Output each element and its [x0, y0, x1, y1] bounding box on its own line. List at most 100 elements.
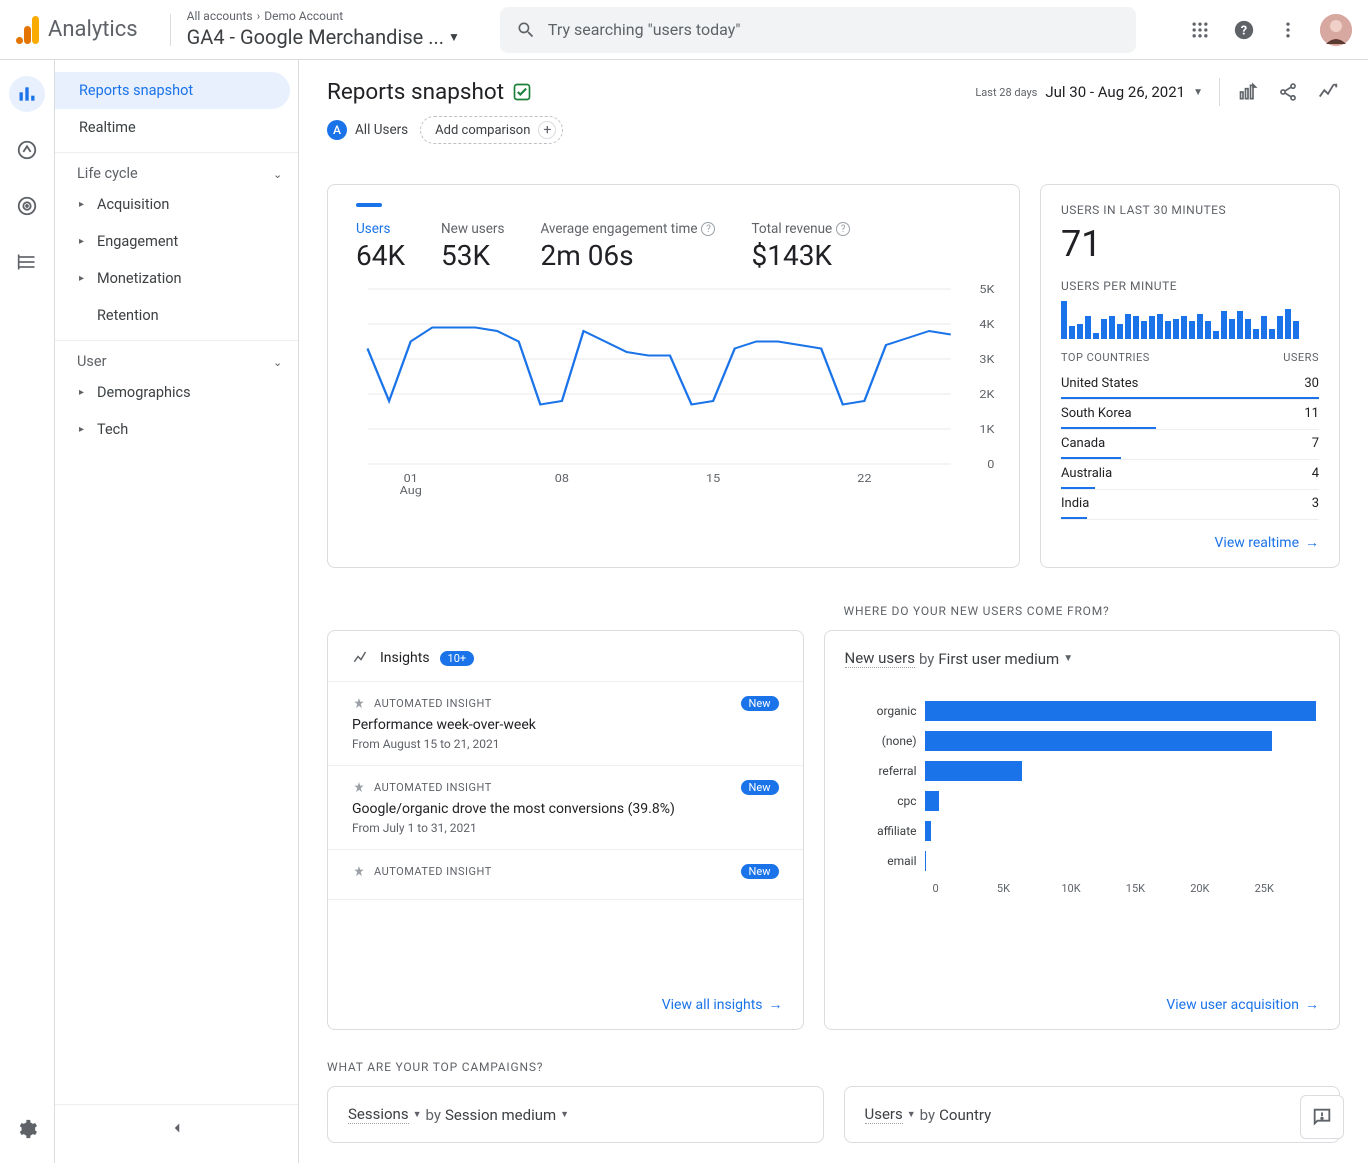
insights-list[interactable]: AUTOMATED INSIGHTNewPerformance week-ove…: [328, 681, 803, 982]
info-icon[interactable]: ?: [836, 222, 850, 236]
svg-text:0: 0: [987, 458, 994, 471]
view-all-insights-link[interactable]: View all insights →: [328, 996, 803, 1013]
sidenav-reports-snapshot[interactable]: Reports snapshot: [55, 72, 290, 109]
insight-item[interactable]: AUTOMATED INSIGHTNew: [328, 850, 803, 900]
users-per-minute-sparkline: [1061, 299, 1319, 339]
insight-item[interactable]: AUTOMATED INSIGHTNewPerformance week-ove…: [328, 682, 803, 766]
date-range-value: Jul 30 - Aug 26, 2021: [1045, 83, 1185, 101]
realtime-per-minute-label: USERS PER MINUTE: [1061, 279, 1319, 293]
svg-text:4K: 4K: [979, 318, 995, 331]
user-avatar[interactable]: [1320, 14, 1352, 46]
campaigns-row: Sessions ▼ by Session medium ▼ Users ▼ b…: [327, 1086, 1340, 1143]
metric-revenue-value: $143K: [751, 239, 850, 272]
metric-avg-engagement[interactable]: Average engagement time ? 2m 06s: [540, 221, 715, 272]
hbar-row: (none): [845, 726, 1320, 756]
account-breadcrumb: All accounts › Demo Account: [187, 9, 460, 25]
arrow-right-icon: →: [1305, 534, 1319, 551]
chevron-right-icon: ›: [257, 9, 261, 25]
page-header: Reports snapshot Last 28 days Jul 30 - A…: [327, 78, 1340, 106]
hbar-row: affiliate: [845, 816, 1320, 846]
rail-configure-icon[interactable]: [9, 244, 45, 280]
breadcrumb-account: Demo Account: [264, 9, 343, 25]
insights-count-badge: 10+: [440, 651, 475, 666]
feedback-button[interactable]: [1300, 1095, 1344, 1139]
property-name: GA4 - Google Merchandise ...: [187, 24, 444, 50]
search-input[interactable]: Try searching "users today": [500, 7, 1136, 53]
view-realtime-link[interactable]: View realtime →: [1061, 534, 1319, 551]
view-user-acquisition-link[interactable]: View user acquisition →: [845, 996, 1320, 1013]
sessions-by-medium-card: Sessions ▼ by Session medium ▼: [327, 1086, 824, 1143]
rail-explore-icon[interactable]: [9, 132, 45, 168]
sidenav-engagement[interactable]: ▸Engagement: [55, 223, 298, 260]
search-icon: [516, 20, 536, 40]
insights-title: Insights: [380, 650, 430, 666]
hbar-row: cpc: [845, 786, 1320, 816]
metric-indicator: [356, 203, 382, 207]
metric-users[interactable]: Users 64K: [356, 221, 405, 272]
main-content: Reports snapshot Last 28 days Jul 30 - A…: [299, 60, 1368, 1163]
sidenav-collapse-button[interactable]: [55, 1104, 298, 1151]
caret-right-icon: ▸: [79, 236, 89, 247]
users-line-chart: 01K2K3K4K5K01Aug081522: [356, 284, 999, 504]
caret-down-icon: ▼: [907, 1109, 916, 1120]
sidenav-section-lifecycle[interactable]: Life cycle ⌃: [55, 152, 298, 186]
realtime-country-row[interactable]: South Korea11: [1061, 400, 1319, 430]
sidenav-demographics[interactable]: ▸Demographics: [55, 374, 298, 411]
apps-icon[interactable]: [1188, 18, 1212, 42]
share-icon[interactable]: [1276, 80, 1300, 104]
info-icon[interactable]: ?: [701, 222, 715, 236]
comparison-row: A All Users Add comparison +: [327, 116, 1340, 144]
overview-cards-row: Users 64K New users 53K Average engageme…: [327, 184, 1340, 568]
realtime-country-row[interactable]: Australia4: [1061, 460, 1319, 490]
new-users-bar-chart: organic(none)referralcpcaffiliateemail 0…: [845, 686, 1320, 982]
svg-text:5K: 5K: [979, 284, 995, 296]
page-header-actions: Last 28 days Jul 30 - Aug 26, 2021 ▼: [975, 78, 1340, 106]
chevron-up-icon: ⌃: [273, 355, 282, 368]
svg-text:?: ?: [1241, 23, 1247, 38]
header-divider: [170, 14, 171, 46]
users-by-country-selector[interactable]: Users ▼ by Country: [865, 1105, 1320, 1124]
rail-admin-icon[interactable]: [9, 1111, 45, 1147]
customize-report-icon[interactable]: [1236, 80, 1260, 104]
metrics-trend-card: Users 64K New users 53K Average engageme…: [327, 184, 1020, 568]
product-logo[interactable]: Analytics: [16, 16, 138, 44]
property-dropdown[interactable]: GA4 - Google Merchandise ... ▼: [187, 24, 460, 50]
page-title: Reports snapshot: [327, 79, 532, 105]
sidenav-realtime[interactable]: Realtime: [55, 109, 298, 146]
sidenav-monetization[interactable]: ▸Monetization: [55, 260, 298, 297]
metric-new-users[interactable]: New users 53K: [441, 221, 504, 272]
realtime-country-row[interactable]: Canada7: [1061, 430, 1319, 460]
realtime-country-row[interactable]: United States30: [1061, 370, 1319, 400]
sidenav-acquisition[interactable]: ▸Acquisition: [55, 186, 298, 223]
sidenav-retention[interactable]: Retention: [55, 297, 298, 334]
insights-header: Insights 10+: [328, 649, 803, 681]
more-vert-icon[interactable]: [1276, 18, 1300, 42]
date-range-selector[interactable]: Last 28 days Jul 30 - Aug 26, 2021 ▼: [975, 83, 1203, 101]
segment-all-users[interactable]: A All Users: [327, 120, 408, 140]
sidenav-section-user[interactable]: User ⌃: [55, 340, 298, 374]
insight-item[interactable]: AUTOMATED INSIGHTNewGoogle/organic drove…: [328, 766, 803, 850]
sessions-selector[interactable]: Sessions ▼ by Session medium ▼: [348, 1105, 803, 1124]
metric-total-revenue[interactable]: Total revenue ? $143K: [751, 221, 850, 272]
search-placeholder: Try searching "users today": [548, 20, 741, 39]
insights-icon[interactable]: [1316, 80, 1340, 104]
svg-text:Aug: Aug: [400, 484, 422, 497]
caret-down-icon: ▼: [448, 30, 460, 46]
sidenav-tech[interactable]: ▸Tech: [55, 411, 298, 448]
svg-text:3K: 3K: [979, 353, 995, 366]
chevron-left-icon: [168, 1119, 186, 1137]
verified-icon: [512, 82, 532, 102]
realtime-title: USERS IN LAST 30 MINUTES: [1061, 203, 1319, 217]
caret-right-icon: ▸: [79, 273, 89, 284]
new-users-selector[interactable]: New users by First user medium ▼: [845, 649, 1320, 668]
svg-text:15: 15: [706, 472, 721, 485]
realtime-country-row[interactable]: India3: [1061, 490, 1319, 520]
rail-advertising-icon[interactable]: [9, 188, 45, 224]
vertical-divider: [1219, 78, 1220, 106]
help-icon[interactable]: ?: [1232, 18, 1256, 42]
rail-reports-icon[interactable]: [9, 76, 45, 112]
add-comparison-button[interactable]: Add comparison +: [420, 116, 563, 144]
hbar-row: organic: [845, 696, 1320, 726]
account-selector[interactable]: All accounts › Demo Account GA4 - Google…: [187, 9, 460, 51]
metric-new-users-value: 53K: [441, 239, 504, 272]
